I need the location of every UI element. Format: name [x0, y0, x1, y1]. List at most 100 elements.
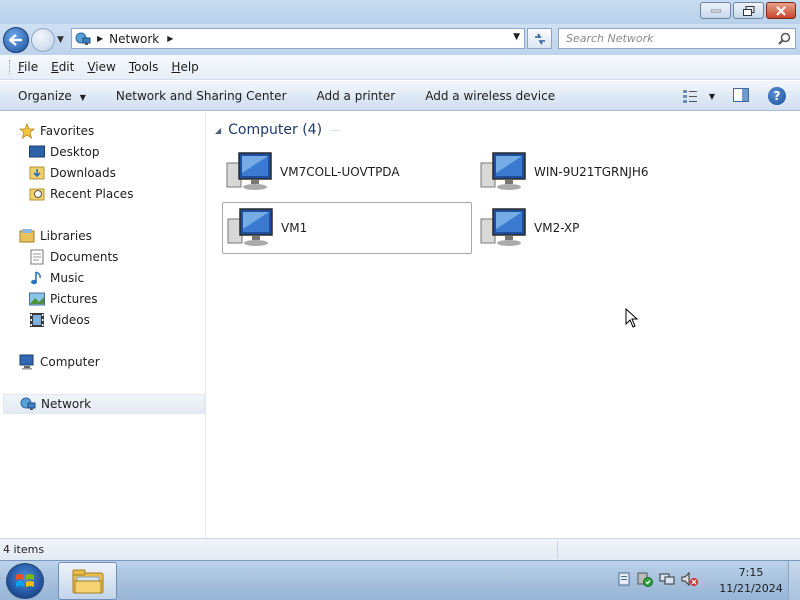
- computer-tile-vm2xp[interactable]: VM2-XP: [476, 202, 726, 254]
- menu-edit[interactable]: Edit: [51, 60, 74, 74]
- computer-tile-vm7coll[interactable]: VM7COLL-UOVTPDA: [222, 146, 472, 198]
- nav-downloads-label: Downloads: [50, 166, 116, 180]
- libraries-icon: [19, 228, 35, 244]
- breadcrumb-expand-icon[interactable]: ▶: [167, 34, 173, 43]
- command-bar-right: ▼ ?: [682, 81, 800, 111]
- computer-name: VM1: [281, 221, 308, 235]
- back-arrow-icon: [9, 34, 22, 46]
- pictures-icon: [29, 291, 45, 307]
- breadcrumb-separator-icon: ▶: [97, 34, 104, 43]
- menu-help[interactable]: Help: [171, 60, 198, 74]
- volume-muted-icon[interactable]: [681, 571, 699, 587]
- nav-pictures[interactable]: Pictures: [29, 289, 98, 309]
- show-desktop-button[interactable]: [788, 561, 800, 600]
- recent-places-icon: [29, 186, 45, 202]
- help-button[interactable]: ?: [768, 87, 786, 105]
- navigation-pane: Favorites Desktop Downloads Recent Place…: [0, 112, 206, 538]
- chevron-down-icon: ▼: [79, 92, 86, 102]
- close-button[interactable]: [766, 2, 796, 19]
- taskbar: 7:15 11/21/2024: [0, 560, 800, 600]
- close-icon: [776, 5, 786, 16]
- nav-music[interactable]: Music: [29, 268, 84, 288]
- network-sharing-center-button[interactable]: Network and Sharing Center: [101, 89, 302, 103]
- nav-recent-places[interactable]: Recent Places: [29, 184, 133, 204]
- nav-videos-label: Videos: [50, 313, 90, 327]
- forward-button[interactable]: [31, 28, 55, 52]
- nav-music-label: Music: [50, 271, 85, 285]
- refresh-button[interactable]: [527, 28, 552, 49]
- computer-icon: [19, 354, 35, 370]
- address-bar[interactable]: ▶ Network ▶ ▼: [71, 28, 525, 49]
- computer-name: VM7COLL-UOVTPDA: [280, 165, 400, 179]
- minimize-button[interactable]: [700, 2, 731, 19]
- view-dropdown-icon[interactable]: ▼: [709, 92, 715, 101]
- menu-grip: [9, 60, 11, 74]
- action-center-icon[interactable]: [617, 572, 631, 586]
- nav-computer-label: Computer: [40, 355, 100, 369]
- network-icon: [75, 32, 91, 45]
- nav-favorites[interactable]: Favorites: [19, 121, 94, 141]
- desktop-icon: [29, 144, 45, 160]
- organize-label: Organize: [18, 88, 72, 103]
- minimize-icon: [710, 9, 721, 12]
- collapse-triangle-icon[interactable]: ◢: [215, 126, 221, 135]
- refresh-icon: [534, 33, 545, 44]
- downloads-icon: [29, 165, 45, 181]
- start-button[interactable]: [6, 563, 44, 599]
- security-shield-icon[interactable]: [637, 571, 653, 587]
- breadcrumb-network[interactable]: Network: [109, 32, 159, 46]
- nav-desktop[interactable]: Desktop: [29, 142, 100, 162]
- view-options-icon: [682, 90, 697, 103]
- add-wireless-device-button[interactable]: Add a wireless device: [410, 89, 570, 103]
- computer-tile-vm1[interactable]: VM1: [222, 202, 472, 254]
- nav-documents-label: Documents: [50, 250, 119, 264]
- organize-button[interactable]: Organize ▼: [0, 89, 101, 103]
- taskbar-explorer-button[interactable]: [58, 562, 117, 600]
- menu-file[interactable]: File: [18, 60, 38, 74]
- system-clock[interactable]: 7:15 11/21/2024: [715, 565, 787, 597]
- clock-time: 7:15: [738, 566, 764, 579]
- group-divider: [330, 129, 341, 131]
- recent-pages-dropdown-icon[interactable]: ▼: [57, 35, 64, 45]
- restore-icon: [742, 5, 754, 16]
- change-view-button[interactable]: ▼: [682, 89, 715, 103]
- back-button[interactable]: [3, 27, 29, 53]
- music-icon: [29, 270, 45, 286]
- nav-network-label: Network: [41, 397, 92, 411]
- nav-downloads[interactable]: Downloads: [29, 163, 116, 183]
- networked-computer-icon: [227, 208, 273, 246]
- menu-view[interactable]: View: [87, 60, 115, 74]
- command-bar: Organize ▼ Network and Sharing Center Add…: [0, 81, 800, 111]
- search-icon[interactable]: [778, 32, 791, 45]
- add-printer-button[interactable]: Add a printer: [302, 89, 411, 103]
- restore-button[interactable]: [733, 2, 764, 19]
- address-dropdown-icon[interactable]: ▼: [513, 32, 520, 42]
- menu-tools[interactable]: Tools: [129, 60, 159, 74]
- group-header-computer[interactable]: ◢ Computer (4): [215, 122, 341, 138]
- videos-icon: [29, 312, 45, 328]
- preview-pane-button[interactable]: [733, 87, 749, 105]
- nav-pictures-label: Pictures: [50, 292, 98, 306]
- clock-date: 11/21/2024: [719, 582, 783, 595]
- star-icon: [19, 123, 35, 139]
- search-input[interactable]: [559, 29, 759, 48]
- nav-computer[interactable]: Computer: [19, 352, 100, 372]
- networked-computer-icon: [226, 152, 272, 190]
- computer-name: WIN-9U21TGRNJH6: [534, 165, 649, 179]
- nav-videos[interactable]: Videos: [29, 310, 90, 330]
- windows-logo-icon: [16, 574, 34, 587]
- item-count: 4 items: [3, 543, 45, 556]
- network-status-icon[interactable]: [659, 571, 675, 587]
- nav-network[interactable]: Network: [3, 394, 205, 414]
- mouse-cursor-icon: [625, 308, 639, 328]
- window-controls: [700, 2, 796, 19]
- computer-name: VM2-XP: [534, 221, 580, 235]
- documents-icon: [29, 249, 45, 265]
- networked-computer-icon: [480, 208, 526, 246]
- group-title: Computer (4): [228, 122, 323, 138]
- nav-libraries[interactable]: Libraries: [19, 226, 92, 246]
- computer-tile-win9u21[interactable]: WIN-9U21TGRNJH6: [476, 146, 726, 198]
- nav-documents[interactable]: Documents: [29, 247, 118, 267]
- nav-libraries-label: Libraries: [40, 229, 92, 243]
- search-box: [558, 28, 796, 49]
